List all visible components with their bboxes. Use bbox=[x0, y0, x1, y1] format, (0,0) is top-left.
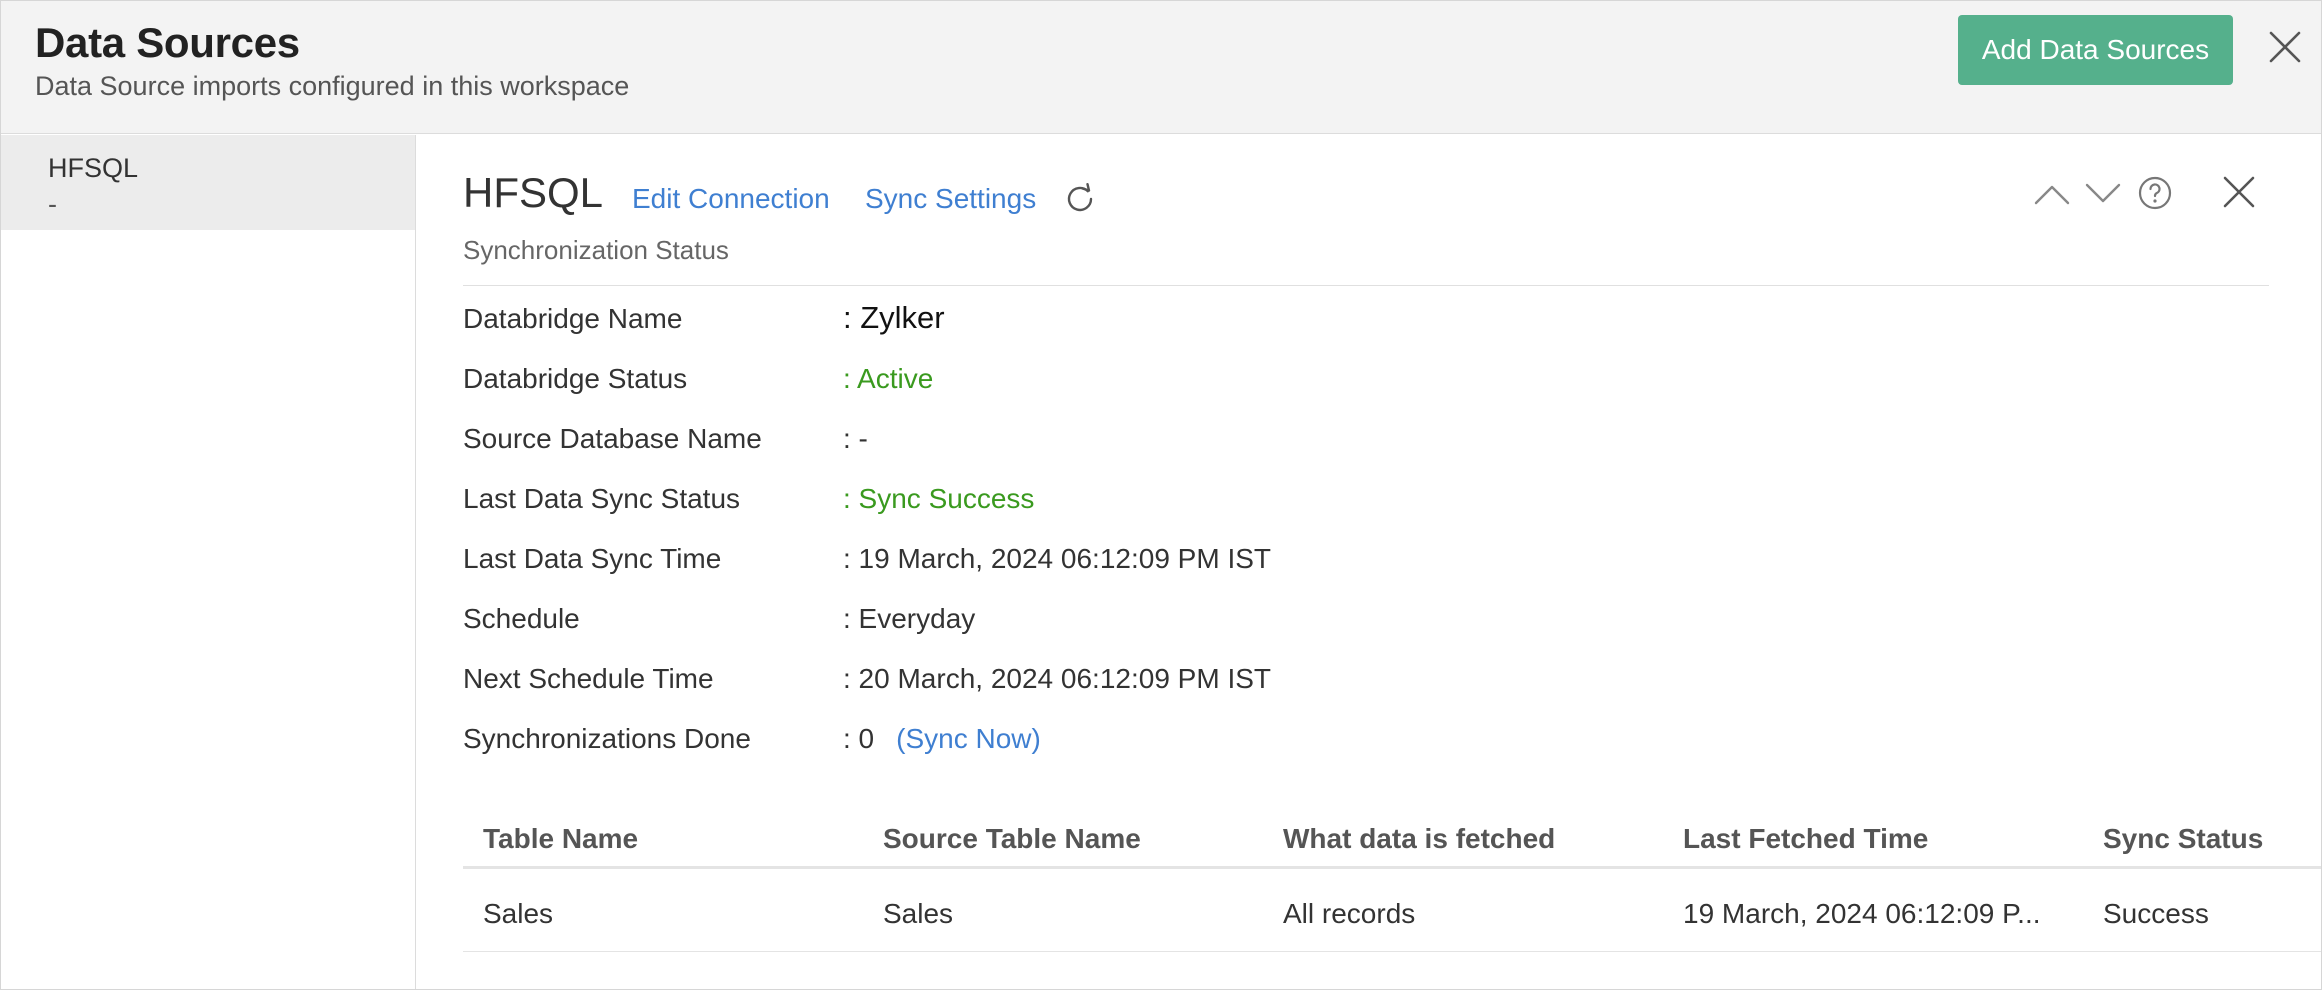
details-panel: HFSQL Edit Connection Sync Settings Sync… bbox=[417, 135, 2321, 989]
detail-value: : 20 March, 2024 06:12:09 PM IST bbox=[843, 663, 1272, 694]
status-value-active: : Active bbox=[843, 363, 934, 394]
column-header: Last Fetched Time bbox=[1683, 823, 1929, 854]
detail-label: Last Data Sync Status bbox=[463, 483, 741, 514]
dialog-header: Data Sources Data Source imports configu… bbox=[1, 1, 2321, 134]
chevron-down-icon[interactable] bbox=[2083, 179, 2123, 209]
table-row[interactable]: Sales Sales All records 19 March, 2024 0… bbox=[463, 872, 2321, 952]
sidebar: HFSQL - bbox=[1, 135, 416, 989]
sidebar-item-label: HFSQL bbox=[48, 153, 139, 183]
help-icon[interactable] bbox=[2137, 175, 2173, 211]
column-header: Sync Status bbox=[2103, 823, 2264, 854]
table-cell: All records bbox=[1283, 898, 1416, 929]
detail-label: Schedule bbox=[463, 603, 580, 634]
sidebar-item-hfsql[interactable]: HFSQL - bbox=[1, 135, 415, 230]
detail-row-source-database-name: Source Database Name : - bbox=[463, 423, 2163, 463]
detail-row-synchronizations-done: Synchronizations Done : 0 (Sync Now) bbox=[463, 723, 2163, 763]
detail-row-next-schedule-time: Next Schedule Time : 20 March, 2024 06:1… bbox=[463, 663, 2163, 703]
source-title: HFSQL bbox=[463, 169, 604, 216]
detail-value-container: : 0 (Sync Now) bbox=[843, 723, 1041, 755]
detail-row-databridge-name: Databridge Name : Zylker bbox=[463, 300, 2163, 343]
detail-row-last-sync-status: Last Data Sync Status : Sync Success bbox=[463, 483, 2163, 523]
close-icon[interactable] bbox=[2267, 29, 2303, 65]
divider bbox=[463, 285, 2269, 286]
table-cell: 19 March, 2024 06:12:09 P... bbox=[1683, 898, 2041, 929]
detail-label: Databridge Status bbox=[463, 363, 688, 394]
detail-value: : 0 bbox=[843, 723, 875, 754]
detail-row-last-sync-time: Last Data Sync Time : 19 March, 2024 06:… bbox=[463, 543, 2163, 583]
detail-label: Next Schedule Time bbox=[463, 663, 714, 694]
detail-row-databridge-status: Databridge Status : Active bbox=[463, 363, 2163, 403]
detail-value: : Zylker bbox=[843, 300, 945, 335]
table-header: Table Name Source Table Name What data i… bbox=[463, 805, 2321, 869]
edit-connection-link[interactable]: Edit Connection bbox=[632, 183, 830, 215]
detail-value: : Everyday bbox=[843, 603, 976, 634]
detail-label: Synchronizations Done bbox=[463, 723, 751, 754]
detail-row-schedule: Schedule : Everyday bbox=[463, 603, 2163, 643]
detail-label: Databridge Name bbox=[463, 303, 683, 334]
table-cell: Sales bbox=[883, 898, 954, 929]
close-icon[interactable] bbox=[2220, 173, 2258, 211]
data-sources-dialog: Data Sources Data Source imports configu… bbox=[0, 0, 2322, 990]
column-header: What data is fetched bbox=[1283, 823, 1556, 854]
table-cell: Sales bbox=[483, 898, 554, 929]
add-data-sources-button[interactable]: Add Data Sources bbox=[1958, 15, 2233, 85]
sync-now-link[interactable]: (Sync Now) bbox=[896, 723, 1041, 754]
column-header: Source Table Name bbox=[883, 823, 1141, 854]
page-title: Data Sources bbox=[35, 19, 300, 66]
refresh-icon[interactable] bbox=[1062, 181, 1098, 217]
detail-value: : 19 March, 2024 06:12:09 PM IST bbox=[843, 543, 1272, 574]
synchronization-status-heading: Synchronization Status bbox=[463, 235, 729, 265]
page-subtitle: Data Source imports configured in this w… bbox=[35, 71, 630, 101]
sync-settings-link[interactable]: Sync Settings bbox=[865, 183, 1036, 215]
chevron-up-icon[interactable] bbox=[2032, 179, 2072, 209]
detail-label: Last Data Sync Time bbox=[463, 543, 722, 574]
detail-label: Source Database Name bbox=[463, 423, 762, 454]
detail-value: : - bbox=[843, 423, 868, 454]
sidebar-item-sublabel: - bbox=[48, 189, 57, 219]
column-header: Table Name bbox=[483, 823, 639, 854]
status-value-sync-success: : Sync Success bbox=[843, 483, 1035, 514]
table-cell: Success bbox=[2103, 898, 2209, 929]
